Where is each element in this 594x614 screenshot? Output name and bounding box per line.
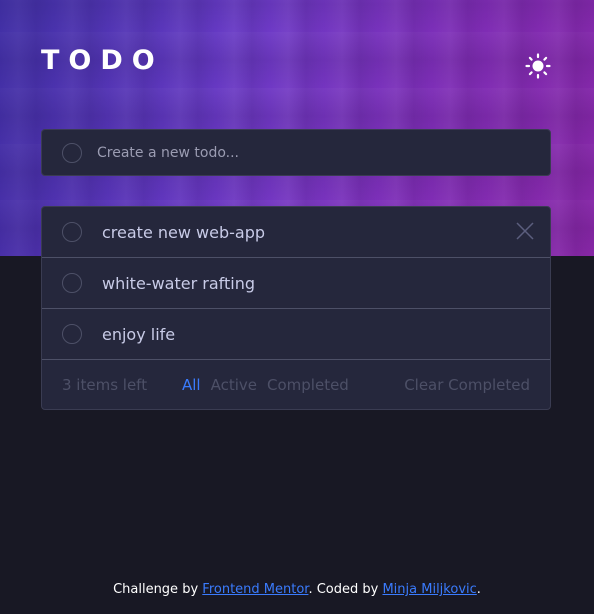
filter-completed-button[interactable]: Completed: [267, 376, 349, 394]
new-todo-check-circle[interactable]: [62, 142, 82, 163]
todo-text: white-water rafting: [102, 273, 255, 293]
frontend-mentor-link[interactable]: Frontend Mentor: [202, 582, 308, 597]
credit-prefix: Challenge by: [113, 582, 203, 597]
close-icon[interactable]: [516, 222, 534, 240]
todo-check-circle[interactable]: [62, 273, 82, 293]
clear-completed-button[interactable]: Clear Completed: [404, 376, 530, 394]
filter-group: All Active Completed: [182, 376, 349, 394]
todo-item[interactable]: enjoy life: [42, 309, 550, 360]
new-todo-row: [41, 129, 551, 176]
todo-check-circle[interactable]: [62, 222, 82, 242]
new-todo-input[interactable]: [97, 144, 497, 161]
filter-all-button[interactable]: All: [182, 376, 201, 394]
attribution: Challenge by Frontend Mentor. Coded by M…: [0, 582, 594, 597]
theme-toggle-button[interactable]: [524, 52, 552, 80]
todo-item[interactable]: white-water rafting: [42, 258, 550, 309]
todo-item[interactable]: create new web-app: [42, 207, 550, 258]
todo-list: create new web-app white-water rafting e…: [41, 206, 551, 410]
credit-suffix: .: [476, 582, 481, 597]
filter-active-button[interactable]: Active: [211, 376, 257, 394]
author-link[interactable]: Minja Miljkovic: [382, 582, 476, 597]
todo-text: create new web-app: [102, 222, 266, 242]
app-title: TODO: [41, 45, 164, 76]
list-footer: 3 items left All Active Completed Clear …: [42, 360, 550, 409]
credit-middle: . Coded by: [308, 582, 383, 597]
todo-check-circle[interactable]: [62, 324, 82, 344]
sun-icon: [525, 53, 551, 79]
items-left-count: 3 items left: [62, 375, 148, 394]
todo-text: enjoy life: [102, 324, 176, 344]
